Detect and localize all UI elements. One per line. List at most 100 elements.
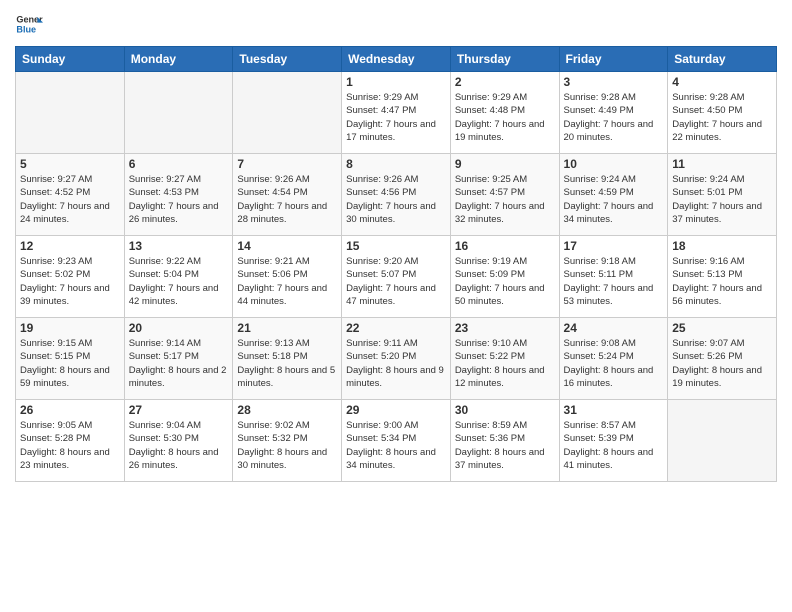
day-number: 10 — [564, 157, 664, 171]
day-info: Sunrise: 9:11 AMSunset: 5:20 PMDaylight:… — [346, 337, 446, 390]
day-info: Sunrise: 9:29 AMSunset: 4:47 PMDaylight:… — [346, 91, 446, 144]
day-cell: 19 Sunrise: 9:15 AMSunset: 5:15 PMDayligh… — [16, 318, 125, 400]
day-cell: 4 Sunrise: 9:28 AMSunset: 4:50 PMDaylight… — [668, 72, 777, 154]
day-number: 31 — [564, 403, 664, 417]
day-info: Sunrise: 8:59 AMSunset: 5:36 PMDaylight:… — [455, 419, 555, 472]
day-cell: 28Sunrise: 9:02 AMSunset: 5:32 PMDayligh… — [233, 400, 342, 482]
day-cell: 14Sunrise: 9:21 AMSunset: 5:06 PMDayligh… — [233, 236, 342, 318]
weekday-header-monday: Monday — [124, 47, 233, 72]
svg-text:Blue: Blue — [16, 24, 36, 34]
day-cell: 31 Sunrise: 8:57 AMSunset: 5:39 PMDayligh… — [559, 400, 668, 482]
week-row-4: 19 Sunrise: 9:15 AMSunset: 5:15 PMDayligh… — [16, 318, 777, 400]
weekday-header-row: SundayMondayTuesdayWednesdayThursdayFrid… — [16, 47, 777, 72]
day-cell: 2 Sunrise: 9:29 AMSunset: 4:48 PMDaylight… — [450, 72, 559, 154]
weekday-header-saturday: Saturday — [668, 47, 777, 72]
day-cell: 1 Sunrise: 9:29 AMSunset: 4:47 PMDaylight… — [342, 72, 451, 154]
week-row-2: 5 Sunrise: 9:27 AMSunset: 4:52 PMDaylight… — [16, 154, 777, 236]
day-cell: 25Sunrise: 9:07 AMSunset: 5:26 PMDayligh… — [668, 318, 777, 400]
day-info: Sunrise: 9:27 AMSunset: 4:53 PMDaylight:… — [129, 173, 229, 226]
day-cell — [16, 72, 125, 154]
day-number: 30 — [455, 403, 555, 417]
day-cell: 15 Sunrise: 9:20 AMSunset: 5:07 PMDayligh… — [342, 236, 451, 318]
day-info: Sunrise: 9:10 AMSunset: 5:22 PMDaylight:… — [455, 337, 555, 390]
day-cell: 29 Sunrise: 9:00 AMSunset: 5:34 PMDayligh… — [342, 400, 451, 482]
weekday-header-friday: Friday — [559, 47, 668, 72]
day-info: Sunrise: 9:27 AMSunset: 4:52 PMDaylight:… — [20, 173, 120, 226]
day-info: Sunrise: 9:19 AMSunset: 5:09 PMDaylight:… — [455, 255, 555, 308]
day-info: Sunrise: 9:00 AMSunset: 5:34 PMDaylight:… — [346, 419, 446, 472]
day-cell — [124, 72, 233, 154]
day-number: 20 — [129, 321, 229, 335]
day-info: Sunrise: 9:23 AMSunset: 5:02 PMDaylight:… — [20, 255, 120, 308]
day-number: 13 — [129, 239, 229, 253]
day-cell — [668, 400, 777, 482]
day-number: 2 — [455, 75, 555, 89]
day-number: 29 — [346, 403, 446, 417]
weekday-header-wednesday: Wednesday — [342, 47, 451, 72]
day-info: Sunrise: 9:15 AMSunset: 5:15 PMDaylight:… — [20, 337, 120, 390]
day-number: 27 — [129, 403, 229, 417]
day-number: 4 — [672, 75, 772, 89]
day-number: 8 — [346, 157, 446, 171]
day-number: 24 — [564, 321, 664, 335]
day-info: Sunrise: 9:22 AMSunset: 5:04 PMDaylight:… — [129, 255, 229, 308]
day-cell: 27 Sunrise: 9:04 AMSunset: 5:30 PMDayligh… — [124, 400, 233, 482]
day-info: Sunrise: 9:16 AMSunset: 5:13 PMDaylight:… — [672, 255, 772, 308]
day-cell: 21 Sunrise: 9:13 AMSunset: 5:18 PMDayligh… — [233, 318, 342, 400]
day-number: 5 — [20, 157, 120, 171]
day-info: Sunrise: 9:08 AMSunset: 5:24 PMDaylight:… — [564, 337, 664, 390]
weekday-header-tuesday: Tuesday — [233, 47, 342, 72]
day-info: Sunrise: 9:29 AMSunset: 4:48 PMDaylight:… — [455, 91, 555, 144]
day-info: Sunrise: 9:18 AMSunset: 5:11 PMDaylight:… — [564, 255, 664, 308]
day-info: Sunrise: 9:13 AMSunset: 5:18 PMDaylight:… — [237, 337, 337, 390]
day-cell: 3Sunrise: 9:28 AMSunset: 4:49 PMDaylight… — [559, 72, 668, 154]
day-info: Sunrise: 9:02 AMSunset: 5:32 PMDaylight:… — [237, 419, 337, 472]
logo-icon: General Blue — [15, 10, 43, 38]
day-info: Sunrise: 9:07 AMSunset: 5:26 PMDaylight:… — [672, 337, 772, 390]
day-number: 11 — [672, 157, 772, 171]
day-cell: 12 Sunrise: 9:23 AMSunset: 5:02 PMDayligh… — [16, 236, 125, 318]
day-number: 6 — [129, 157, 229, 171]
day-number: 16 — [455, 239, 555, 253]
day-number: 9 — [455, 157, 555, 171]
day-number: 26 — [20, 403, 120, 417]
day-cell: 8 Sunrise: 9:26 AMSunset: 4:56 PMDaylight… — [342, 154, 451, 236]
day-cell: 20 Sunrise: 9:14 AMSunset: 5:17 PMDayligh… — [124, 318, 233, 400]
weekday-header-sunday: Sunday — [16, 47, 125, 72]
day-info: Sunrise: 9:05 AMSunset: 5:28 PMDaylight:… — [20, 419, 120, 472]
weekday-header-thursday: Thursday — [450, 47, 559, 72]
day-info: Sunrise: 9:28 AMSunset: 4:50 PMDaylight:… — [672, 91, 772, 144]
day-number: 18 — [672, 239, 772, 253]
day-info: Sunrise: 9:04 AMSunset: 5:30 PMDaylight:… — [129, 419, 229, 472]
day-number: 12 — [20, 239, 120, 253]
calendar: SundayMondayTuesdayWednesdayThursdayFrid… — [15, 46, 777, 482]
day-info: Sunrise: 9:25 AMSunset: 4:57 PMDaylight:… — [455, 173, 555, 226]
day-info: Sunrise: 9:24 AMSunset: 5:01 PMDaylight:… — [672, 173, 772, 226]
day-info: Sunrise: 9:14 AMSunset: 5:17 PMDaylight:… — [129, 337, 229, 390]
day-cell: 23 Sunrise: 9:10 AMSunset: 5:22 PMDayligh… — [450, 318, 559, 400]
day-cell: 13 Sunrise: 9:22 AMSunset: 5:04 PMDayligh… — [124, 236, 233, 318]
day-cell — [233, 72, 342, 154]
day-cell: 18 Sunrise: 9:16 AMSunset: 5:13 PMDayligh… — [668, 236, 777, 318]
day-number: 17 — [564, 239, 664, 253]
header: General Blue — [15, 10, 777, 38]
day-number: 22 — [346, 321, 446, 335]
day-info: Sunrise: 9:26 AMSunset: 4:56 PMDaylight:… — [346, 173, 446, 226]
day-cell: 5 Sunrise: 9:27 AMSunset: 4:52 PMDaylight… — [16, 154, 125, 236]
day-number: 7 — [237, 157, 337, 171]
day-info: Sunrise: 9:26 AMSunset: 4:54 PMDaylight:… — [237, 173, 337, 226]
logo: General Blue — [15, 10, 43, 38]
day-number: 21 — [237, 321, 337, 335]
day-number: 23 — [455, 321, 555, 335]
day-number: 19 — [20, 321, 120, 335]
day-number: 1 — [346, 75, 446, 89]
day-info: Sunrise: 9:20 AMSunset: 5:07 PMDaylight:… — [346, 255, 446, 308]
day-cell: 26 Sunrise: 9:05 AMSunset: 5:28 PMDayligh… — [16, 400, 125, 482]
week-row-1: 1 Sunrise: 9:29 AMSunset: 4:47 PMDaylight… — [16, 72, 777, 154]
day-cell: 22 Sunrise: 9:11 AMSunset: 5:20 PMDayligh… — [342, 318, 451, 400]
page-container: General Blue SundayMondayTuesdayWednesda… — [0, 0, 792, 492]
day-info: Sunrise: 8:57 AMSunset: 5:39 PMDaylight:… — [564, 419, 664, 472]
day-cell: 30 Sunrise: 8:59 AMSunset: 5:36 PMDayligh… — [450, 400, 559, 482]
day-cell: 11 Sunrise: 9:24 AMSunset: 5:01 PMDayligh… — [668, 154, 777, 236]
day-number: 15 — [346, 239, 446, 253]
